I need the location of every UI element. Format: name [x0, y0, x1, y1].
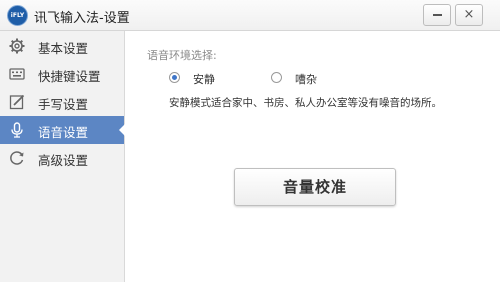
sidebar-item-voice[interactable]: 语音设置: [0, 116, 125, 144]
gear-icon: [9, 38, 25, 54]
radio-label: 安静: [193, 73, 215, 86]
sidebar-item-label: 快捷键设置: [38, 69, 101, 84]
minimize-icon: [432, 14, 442, 16]
minimize-button[interactable]: [423, 4, 451, 26]
radio-indicator: [271, 72, 282, 83]
keyboard-icon: [9, 68, 25, 80]
noisy-radio[interactable]: 嘈杂: [271, 71, 341, 86]
sidebar-item-label: 基本设置: [38, 41, 89, 56]
settings-sidebar: 基本设置 快捷键设置 手写设置 语音设置 高级设置: [0, 31, 125, 282]
refresh-icon: [10, 151, 24, 165]
handwriting-icon: [9, 94, 25, 110]
sidebar-item-handwriting[interactable]: 手写设置: [0, 88, 124, 116]
volume-calibration-button[interactable]: 音量校准: [234, 168, 396, 206]
quiet-radio[interactable]: 安静: [169, 71, 239, 86]
radio-label: 嘈杂: [295, 73, 317, 86]
app-logo: iFLY: [7, 5, 28, 26]
sidebar-item-advanced[interactable]: 高级设置: [0, 144, 124, 172]
sidebar-item-label: 语音设置: [38, 125, 89, 140]
sidebar-item-label: 手写设置: [38, 97, 89, 112]
sidebar-item-basic[interactable]: 基本设置: [0, 32, 124, 60]
voice-settings-panel: 语音环境选择: 安静 嘈杂 安静模式适合家中、书房、私人办公室等没有噪音的场所。…: [125, 31, 500, 282]
close-icon: ×: [463, 7, 475, 22]
voice-environment-label: 语音环境选择:: [147, 49, 217, 62]
title-bar: iFLY 讯飞输入法-设置 ×: [0, 0, 500, 31]
sidebar-item-shortcuts[interactable]: 快捷键设置: [0, 60, 124, 88]
sidebar-item-label: 高级设置: [38, 153, 89, 168]
mode-description: 安静模式适合家中、书房、私人办公室等没有噪音的场所。: [169, 97, 442, 109]
close-button[interactable]: ×: [455, 4, 483, 26]
radio-indicator: [169, 72, 180, 83]
window-title: 讯飞输入法-设置: [34, 11, 130, 26]
microphone-icon: [11, 122, 23, 138]
